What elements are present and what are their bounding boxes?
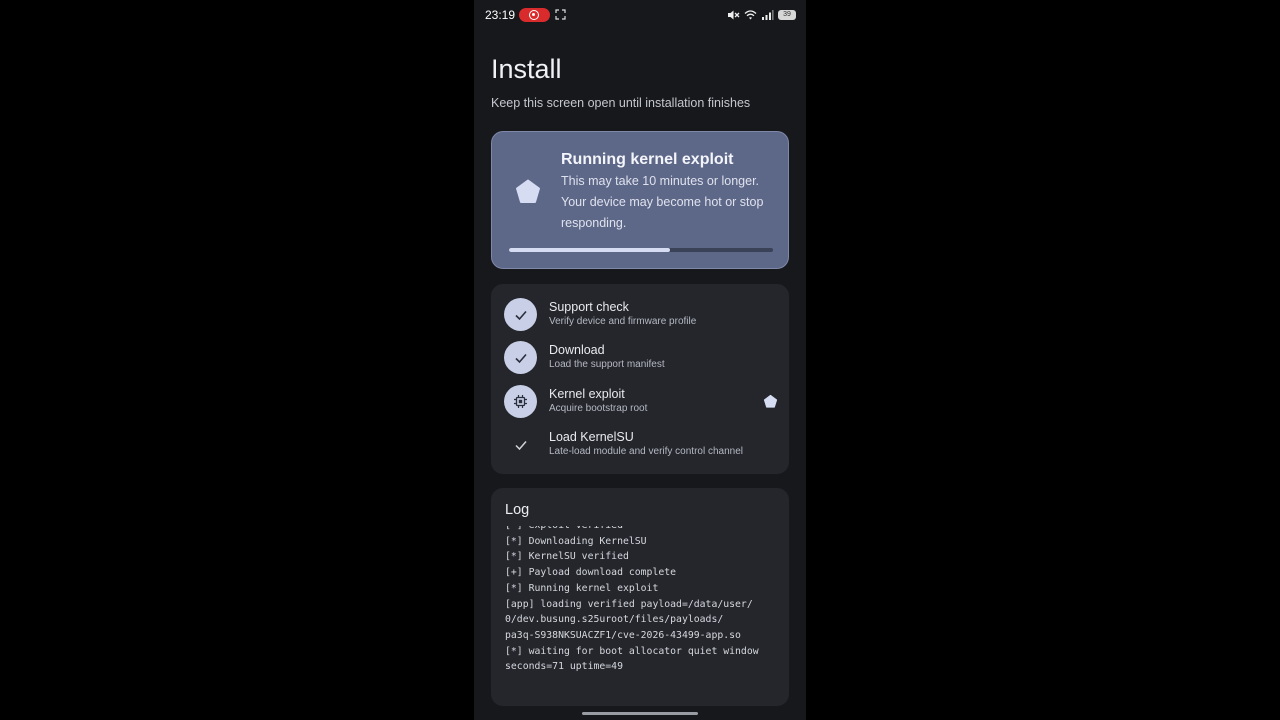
log-card[interactable]: Log [*] exploit verified[*] Downloading … bbox=[491, 488, 789, 706]
running-title: Running kernel exploit bbox=[561, 151, 734, 168]
step-support-check: Support check Verify device and firmware… bbox=[504, 296, 784, 336]
status-bar: 23:19 39 bbox=[474, 0, 806, 30]
home-gesture-bar[interactable] bbox=[582, 712, 698, 715]
step-label: Kernel exploit bbox=[549, 387, 625, 401]
status-time: 23:19 bbox=[485, 8, 516, 22]
check-icon bbox=[504, 298, 537, 331]
status-icons: 39 bbox=[727, 8, 796, 22]
log-line: [app] loading verified payload=/data/use… bbox=[505, 598, 753, 610]
page-subtitle: Keep this screen open until installation… bbox=[491, 96, 751, 110]
expand-icon[interactable] bbox=[555, 9, 566, 20]
step-description: Late-load module and verify control chan… bbox=[549, 446, 744, 457]
log-line: [+] Payload download complete bbox=[505, 567, 677, 579]
step-label: Load KernelSU bbox=[549, 430, 634, 444]
log-line: 0/dev.busung.s25uroot/files/payloads/ bbox=[505, 614, 724, 626]
signal-icon bbox=[762, 10, 774, 20]
log-line: pa3q-S938NKSUACZF1/cve-2026-43499-app.so bbox=[505, 629, 741, 641]
phone-screen: 23:19 39 Install Keep this screen open u… bbox=[474, 0, 806, 720]
mute-icon bbox=[728, 10, 740, 20]
log-line: [*] Running kernel exploit bbox=[505, 582, 659, 594]
check-icon bbox=[504, 341, 537, 374]
pentagon-spinner-icon bbox=[516, 179, 540, 203]
steps-card: Support check Verify device and firmware… bbox=[491, 284, 789, 474]
progress-bar bbox=[509, 248, 773, 252]
screen-record-icon[interactable] bbox=[519, 8, 550, 22]
log-line: [*] exploit verified bbox=[505, 526, 759, 534]
log-line: [*] Downloading KernelSU bbox=[505, 535, 647, 547]
log-title: Log bbox=[505, 502, 530, 518]
log-line: [*] KernelSU verified bbox=[505, 551, 629, 563]
log-lines: [*] exploit verified[*] Downloading Kern… bbox=[505, 526, 759, 675]
log-line: seconds=71 uptime=49 bbox=[505, 661, 623, 673]
step-description: Load the support manifest bbox=[549, 359, 665, 370]
check-icon bbox=[504, 428, 537, 461]
log-line: [*] waiting for boot allocator quiet win… bbox=[505, 645, 759, 657]
step-description: Acquire bootstrap root bbox=[549, 403, 648, 414]
log-output[interactable]: [*] exploit verified[*] Downloading Kern… bbox=[505, 526, 783, 702]
step-kernel-exploit: Kernel exploit Acquire bootstrap root bbox=[504, 383, 784, 423]
wifi-icon bbox=[744, 10, 757, 20]
step-download: Download Load the support manifest bbox=[504, 339, 784, 379]
running-status-card: Running kernel exploit This may take 10 … bbox=[491, 131, 789, 269]
progress-fill bbox=[509, 248, 671, 252]
step-label: Download bbox=[549, 343, 605, 357]
step-description: Verify device and firmware profile bbox=[549, 316, 697, 327]
chip-icon bbox=[504, 385, 537, 418]
page-title: Install bbox=[491, 54, 562, 84]
step-label: Support check bbox=[549, 300, 629, 314]
pentagon-spinner-icon bbox=[763, 394, 778, 408]
running-description: This may take 10 minutes or longer. Your… bbox=[561, 174, 764, 230]
step-load-kernelsu: Load KernelSU Late-load module and verif… bbox=[504, 426, 784, 466]
battery-icon: 39 bbox=[778, 10, 796, 20]
